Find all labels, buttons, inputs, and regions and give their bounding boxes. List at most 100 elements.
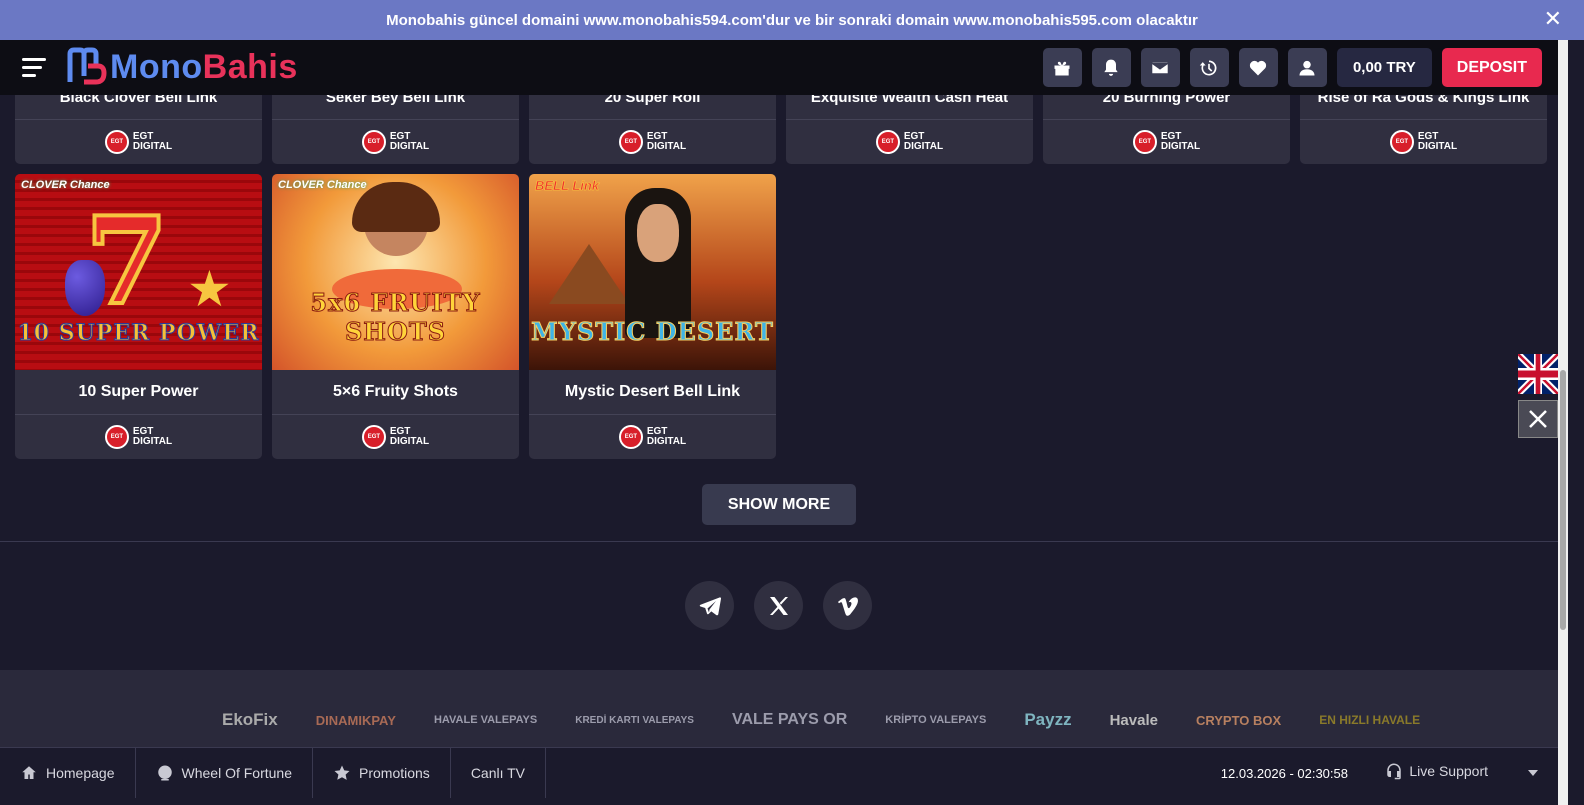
provider-logo: EGT EGT DIGITAL	[1043, 119, 1290, 164]
game-card[interactable]: 20 Super Roll EGT EGT DIGITAL	[529, 95, 776, 164]
egt-icon: EGT	[361, 130, 386, 154]
game-thumbnail[interactable]: BELL Link MYSTIC DESERT	[529, 174, 776, 370]
clover-chance-badge: CLOVER Chance	[278, 179, 367, 191]
uk-flag-icon[interactable]	[1516, 350, 1560, 398]
close-icon[interactable]	[1518, 400, 1558, 438]
x-icon	[769, 596, 788, 615]
chevron-down-icon[interactable]	[1528, 770, 1538, 776]
logo-text: MonoBahis	[110, 47, 298, 86]
game-title: 20 Burning Power	[1102, 95, 1231, 106]
close-icon[interactable]: ✕	[1544, 8, 1562, 30]
top-navbar: MonoBahis 0,00 TRY DEPOSIT	[0, 40, 1568, 95]
history-icon	[1200, 60, 1217, 75]
gift-button[interactable]	[1042, 48, 1082, 87]
logo-mark-icon	[66, 46, 108, 88]
payment-logos: EkoFix DINAMIKPAY HAVALE VALEPAYS KREDİ …	[222, 705, 1458, 735]
game-title: Seker Bey Bell Link	[325, 95, 466, 106]
character-face-icon	[637, 204, 679, 262]
user-icon	[1299, 60, 1315, 75]
heart-icon	[1250, 60, 1267, 75]
provider-logo: EGT EGT DIGITAL	[1300, 119, 1547, 164]
game-card[interactable]: Black Clover Bell Link EGT EGT DIGITAL	[15, 95, 262, 164]
live-support-button[interactable]: Live Support	[1385, 762, 1488, 780]
bell-icon	[1104, 59, 1119, 76]
egt-icon: EGT	[104, 425, 129, 449]
bottom-bar: Homepage Wheel Of Fortune Promotions Can…	[0, 747, 1558, 798]
game-title: Black Clover Bell Link	[59, 95, 218, 106]
egt-icon: EGT	[618, 130, 643, 154]
game-card[interactable]: Rise of Ra Gods & Kings Link EGT EGT DIGIT…	[1300, 95, 1547, 164]
announcement-text: Monobahis güncel domaini www.monobahis59…	[386, 11, 1198, 29]
section-divider	[0, 541, 1558, 542]
egt-icon: EGT	[1389, 130, 1414, 154]
bell-link-badge: BELL Link	[535, 178, 600, 193]
grapes-icon	[65, 260, 105, 316]
announcement-bar: Monobahis güncel domaini www.monobahis59…	[0, 0, 1584, 40]
game-card[interactable]: CLOVER Chance 5x6 FRUITY SHOTS 5×6 Fruit…	[272, 174, 519, 459]
provider-logo: EGT EGT DIGITAL	[786, 119, 1033, 164]
vimeo-icon	[837, 596, 858, 616]
game-title: 10 Super Power	[78, 383, 199, 400]
payment-logo: HAVALE VALEPAYS	[433, 714, 538, 726]
history-button[interactable]	[1189, 48, 1229, 87]
x-twitter-button[interactable]	[754, 581, 803, 630]
page-scrollbar[interactable]	[1558, 40, 1568, 805]
favorites-button[interactable]	[1238, 48, 1278, 87]
game-card[interactable]: BELL Link MYSTIC DESERT Mystic Desert Be…	[529, 174, 776, 459]
payment-logo: Payzz	[1024, 710, 1072, 729]
telegram-button[interactable]	[685, 581, 734, 630]
payment-logo: CRYPTO BOX	[1195, 712, 1282, 728]
home-icon	[22, 765, 36, 779]
vimeo-button[interactable]	[823, 581, 872, 630]
nav-homepage[interactable]: Homepage	[0, 747, 136, 798]
envelope-icon	[1151, 61, 1170, 74]
provider-logo: EGT EGT DIGITAL	[529, 119, 776, 164]
social-links	[685, 581, 872, 630]
scrollbar-thumb[interactable]	[1560, 370, 1566, 630]
profile-button[interactable]	[1287, 48, 1327, 87]
balance-display[interactable]: 0,00 TRY	[1336, 48, 1432, 87]
game-title: Rise of Ra Gods & Kings Link	[1317, 95, 1530, 106]
nav-promotions[interactable]: Promotions	[313, 747, 451, 798]
game-card[interactable]: Seker Bey Bell Link EGT EGT DIGITAL	[272, 95, 519, 164]
payment-logo: KREDİ KARTI VALEPAYS	[575, 714, 694, 726]
star-icon: ★	[187, 261, 232, 317]
game-title: Exquisite Wealth Cash Heat	[810, 95, 1009, 106]
game-title: Mystic Desert Bell Link	[564, 383, 741, 400]
show-more-button[interactable]: SHOW MORE	[702, 484, 856, 525]
payment-logo: Havale	[1109, 711, 1158, 729]
provider-logo: EGT EGT DIGITAL	[529, 414, 776, 459]
site-logo[interactable]: MonoBahis	[66, 46, 298, 88]
wheel-icon	[157, 765, 172, 780]
star-icon	[334, 765, 350, 780]
game-art-title: MYSTIC DESERT	[531, 317, 774, 347]
gift-icon	[1054, 61, 1070, 75]
notifications-button[interactable]	[1091, 48, 1131, 87]
payment-logo: EkoFix	[222, 710, 278, 729]
provider-logo: EGT EGT DIGITAL	[15, 119, 262, 164]
game-thumbnail[interactable]: CLOVER Chance 7 ★ 10 SUPER POWER	[15, 174, 262, 370]
messages-button[interactable]	[1140, 48, 1180, 87]
game-art-title: 10 SUPER POWER	[17, 320, 260, 347]
game-title: 5×6 Fruity Shots	[333, 383, 458, 400]
menu-icon[interactable]	[22, 58, 46, 78]
provider-logo: EGT EGT DIGITAL	[15, 414, 262, 459]
egt-icon: EGT	[875, 130, 900, 154]
game-art-title: 5x6 FRUITY SHOTS	[310, 288, 481, 347]
clover-chance-badge: CLOVER Chance	[21, 179, 110, 191]
egt-icon: EGT	[618, 425, 643, 449]
game-thumbnail[interactable]: CLOVER Chance 5x6 FRUITY SHOTS	[272, 174, 519, 370]
provider-logo: EGT EGT DIGITAL	[272, 414, 519, 459]
game-card[interactable]: Exquisite Wealth Cash Heat EGT EGT DIGITAL	[786, 95, 1033, 164]
game-card[interactable]: 20 Burning Power EGT EGT DIGITAL	[1043, 95, 1290, 164]
payment-logo: KRİPTO VALEPAYS	[885, 714, 987, 726]
deposit-button[interactable]: DEPOSIT	[1441, 48, 1542, 87]
game-title: 20 Super Roll	[604, 95, 701, 106]
egt-icon: EGT	[104, 130, 129, 154]
game-card[interactable]: CLOVER Chance 7 ★ 10 SUPER POWER 10 Supe…	[15, 174, 262, 459]
payment-logo: DINAMIKPAY	[315, 712, 396, 728]
nav-canli-tv[interactable]: Canlı TV	[451, 747, 547, 798]
nav-wheel-of-fortune[interactable]: Wheel Of Fortune	[136, 747, 313, 798]
provider-logo: EGT EGT DIGITAL	[272, 119, 519, 164]
egt-icon: EGT	[1132, 130, 1157, 154]
